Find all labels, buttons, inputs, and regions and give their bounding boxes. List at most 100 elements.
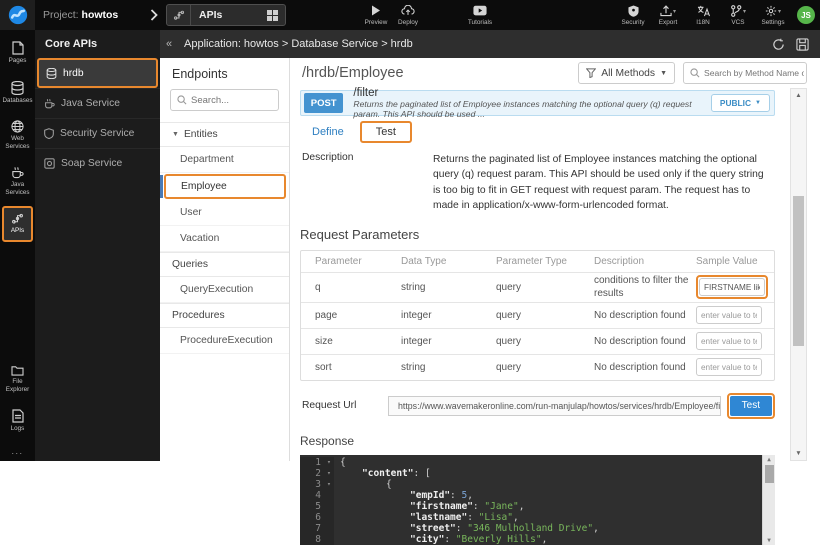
wavemaker-logo[interactable]	[0, 0, 35, 30]
sample-value-input-q[interactable]	[699, 278, 765, 296]
sample-value-input-page[interactable]	[696, 306, 762, 324]
core-api-item-hrdb[interactable]: hrdb	[37, 58, 158, 88]
security-button[interactable]: Security	[617, 0, 649, 30]
refresh-icon[interactable]	[772, 38, 785, 51]
sidebar-item-label: Logs	[11, 425, 25, 433]
core-api-item-java-service[interactable]: Java Service	[35, 88, 160, 118]
translate-icon	[697, 5, 710, 17]
application-header: « Application: howtos > Database Service…	[160, 30, 820, 58]
tab-test[interactable]: Test	[360, 121, 412, 143]
tab-define[interactable]: Define	[300, 121, 356, 143]
fold-icon[interactable]: ▾	[324, 468, 334, 479]
fold-icon[interactable]: ▾	[324, 479, 334, 490]
caret-down-icon: ▼	[660, 70, 667, 77]
save-icon[interactable]	[796, 38, 809, 51]
test-button[interactable]: Test	[730, 396, 772, 416]
page-scrollbar[interactable]: ▲ ▼	[790, 88, 807, 461]
endpoints-search[interactable]	[170, 89, 279, 111]
request-parameters-title: Request Parameters	[300, 227, 775, 242]
description-text: Returns the paginated list of Employee i…	[433, 152, 775, 214]
collapse-panel-button[interactable]: «	[160, 38, 178, 50]
scrollbar-thumb[interactable]	[793, 196, 804, 346]
fold-icon	[324, 523, 334, 534]
table-header-row: Parameter Data Type Parameter Type Descr…	[301, 251, 774, 272]
sidebar-item-apis[interactable]: APIs	[2, 206, 33, 242]
endpoints-search-input[interactable]	[191, 95, 271, 106]
core-api-item-security-service[interactable]: Security Service	[35, 118, 160, 148]
sample-value-input-sort[interactable]	[696, 358, 762, 376]
section-procedures[interactable]: Procedures	[160, 303, 289, 327]
project-name: howtos	[82, 9, 119, 21]
scroll-down-icon[interactable]: ▼	[791, 450, 806, 457]
sidebar-item-java-services[interactable]: Java Services	[2, 160, 33, 203]
page-icon	[12, 41, 24, 55]
scroll-up-icon[interactable]: ▲	[791, 92, 806, 99]
scroll-up-icon[interactable]: ▲	[767, 455, 771, 464]
sidebar-item-pages[interactable]: Pages	[2, 35, 33, 72]
line-number: 6	[300, 512, 324, 523]
core-api-item-soap-service[interactable]: Soap Service	[35, 148, 160, 178]
endpoint-item-queryexecution[interactable]: QueryExecution	[160, 276, 289, 303]
api-path: /filter	[353, 87, 710, 100]
preview-label: Preview	[365, 19, 388, 26]
request-parameters-table: Parameter Data Type Parameter Type Descr…	[300, 250, 775, 381]
column-header: Data Type	[401, 256, 496, 267]
param-description: No description found	[594, 309, 696, 322]
core-api-label: Soap Service	[61, 158, 122, 169]
api-method-row[interactable]: POST /filter Returns the paginated list …	[300, 90, 775, 116]
core-apis-title: Core APIs	[35, 30, 160, 58]
code-line: 7 "street": "346 Mulholland Drive",	[300, 523, 775, 534]
sidebar-item-file-explorer[interactable]: File Explorer	[2, 359, 33, 400]
vcs-button[interactable]: ▾ VCS	[722, 0, 754, 30]
method-search[interactable]	[683, 62, 807, 84]
endpoint-item-user[interactable]: User	[160, 200, 289, 226]
sidebar-item-web-services[interactable]: Web Services	[2, 114, 33, 157]
fold-icon[interactable]: ▾	[324, 457, 334, 468]
sidebar-item-logs[interactable]: Logs	[2, 403, 33, 440]
grid-icon[interactable]	[267, 10, 278, 21]
endpoints-panel: Endpoints ▼ Entities Department Employee…	[160, 58, 290, 461]
method-search-input[interactable]	[704, 68, 804, 78]
endpoint-item-procedureexecution[interactable]: ProcedureExecution	[160, 327, 289, 354]
http-method-badge[interactable]: POST	[304, 93, 343, 113]
description-label: Description	[300, 152, 433, 214]
sidebar-item-label: Databases	[2, 97, 32, 105]
response-editor[interactable]: 1▾ { 2▾ "content": [ 3▾ { 4 "empId": 5, …	[300, 455, 775, 545]
highlight-box: Test	[727, 393, 775, 419]
play-icon	[371, 5, 381, 17]
export-button[interactable]: ▾ Export	[652, 0, 684, 30]
param-name: sort	[301, 362, 401, 373]
preview-button[interactable]: Preview	[360, 0, 392, 30]
editor-scrollbar[interactable]: ▲ ▼	[762, 455, 775, 545]
scrollbar-thumb[interactable]	[765, 465, 774, 483]
endpoint-item-vacation[interactable]: Vacation	[160, 226, 289, 252]
line-number: 7	[300, 523, 324, 534]
sidebar-item-label: File Explorer	[5, 378, 30, 393]
shield-icon	[628, 5, 639, 17]
param-description: conditions to filter the results	[594, 274, 696, 300]
tab-apis[interactable]: APIs	[166, 4, 286, 26]
deploy-button[interactable]: Deploy	[392, 0, 424, 30]
methods-filter-dropdown[interactable]: All Methods ▼	[578, 62, 675, 84]
scroll-down-icon[interactable]: ▼	[767, 536, 771, 545]
section-entities[interactable]: ▼ Entities	[160, 122, 289, 147]
section-label: Procedures	[172, 310, 225, 321]
visibility-dropdown[interactable]: PUBLIC ▼	[711, 94, 770, 112]
param-data-type: integer	[401, 310, 496, 321]
sidebar-item-databases[interactable]: Databases	[2, 75, 33, 112]
user-avatar[interactable]: JS	[797, 6, 815, 24]
api-summary: Returns the paginated list of Employee i…	[353, 100, 710, 120]
section-queries[interactable]: Queries	[160, 252, 289, 276]
sample-value-input-size[interactable]	[696, 332, 762, 350]
request-url-label: Request Url	[300, 400, 388, 411]
more-options-icon[interactable]: ...	[11, 443, 23, 461]
tutorials-button[interactable]: Tutorials	[464, 0, 496, 30]
left-rail: Pages Databases Web Services Java Servic…	[0, 30, 35, 461]
endpoint-item-department[interactable]: Department	[160, 147, 289, 173]
core-api-label: Security Service	[60, 128, 134, 139]
endpoint-item-employee[interactable]: Employee	[164, 174, 286, 199]
fold-icon	[324, 534, 334, 545]
code-line: 3▾ {	[300, 479, 775, 490]
i18n-button[interactable]: I18N	[687, 0, 719, 30]
settings-button[interactable]: ▾ Settings	[757, 0, 789, 30]
